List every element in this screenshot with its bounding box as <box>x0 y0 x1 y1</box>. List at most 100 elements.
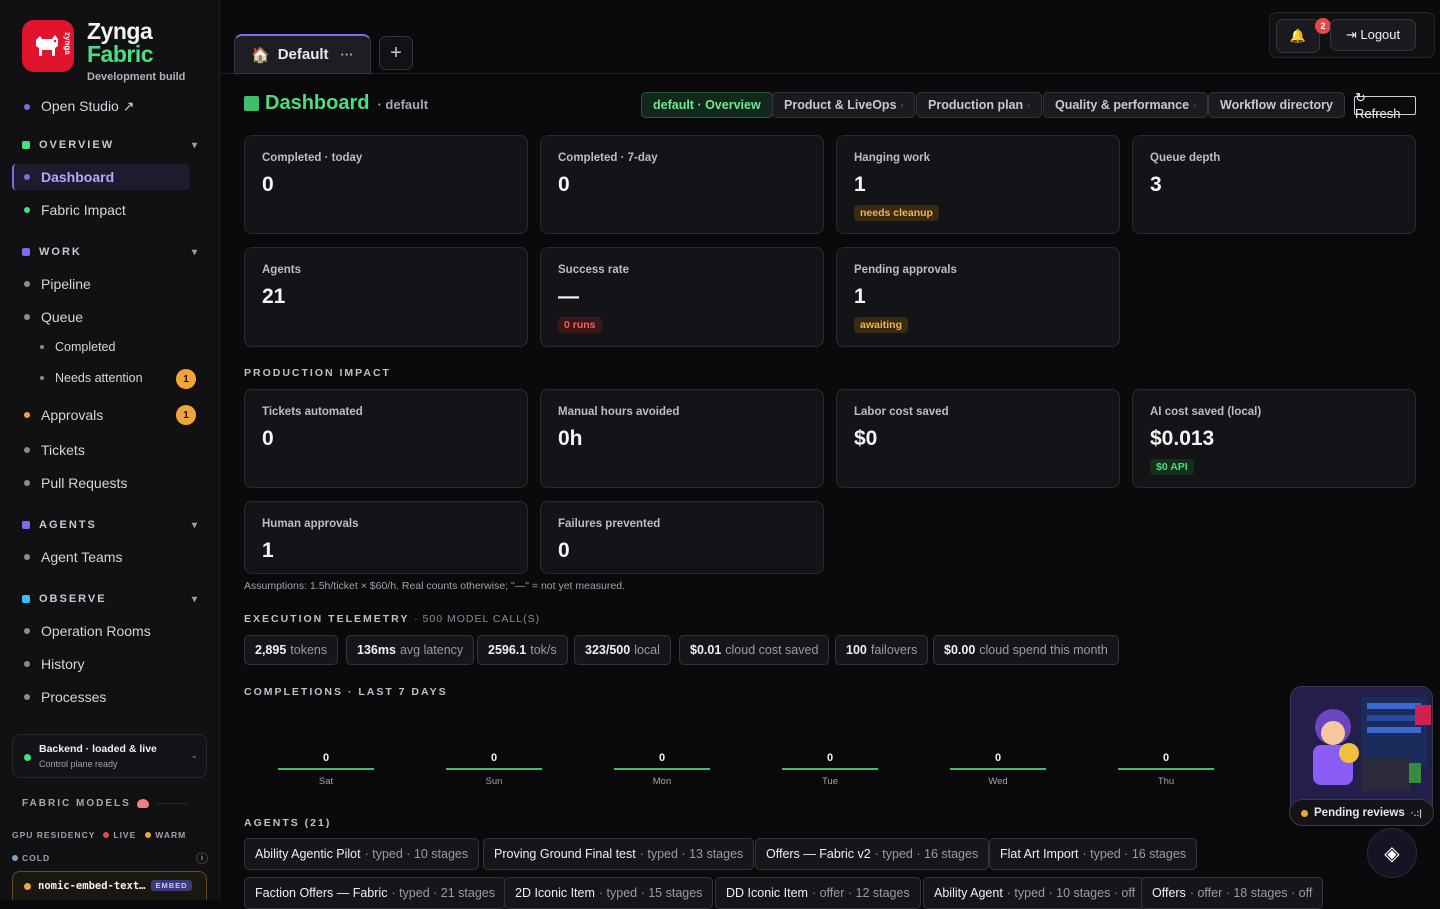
agent-chip[interactable]: Flat Art Import · typed · 16 stages <box>989 838 1198 870</box>
sidebar-item-label: History <box>41 656 85 672</box>
brand-subtitle: Development build <box>87 71 186 83</box>
gpu-residency-label: GPU RESIDENCY <box>12 830 96 840</box>
refresh-button[interactable]: ↻ Refresh <box>1354 90 1416 121</box>
impact-card: Failures prevented 0 <box>540 501 824 574</box>
sidebar-item-completed[interactable]: Completed <box>40 340 115 354</box>
agent-chip[interactable]: Faction Offers — Fabric · typed · 21 stag… <box>244 877 506 909</box>
sidebar-item-needs-attention[interactable]: Needs attention <box>40 371 143 385</box>
nav-dot <box>40 345 44 349</box>
section-marker <box>22 141 30 149</box>
day-bar <box>278 768 374 770</box>
telemetry-chip: $0.01 cloud cost saved <box>679 635 830 665</box>
status-badge: awaiting <box>854 317 909 333</box>
agent-chip[interactable]: Ability Agentic Pilot · typed · 10 stages <box>244 838 480 870</box>
agent-chip[interactable]: 2D Iconic Item · typed · 15 stages <box>504 877 714 909</box>
tab-overview[interactable]: default · Overview <box>641 92 773 118</box>
tab-workflow-directory[interactable]: Workflow directory <box>1208 92 1345 118</box>
sidebar-item-pipeline[interactable]: Pipeline <box>24 276 91 292</box>
section-agents[interactable]: AGENTS ▾ <box>22 519 197 531</box>
agent-name: 2D Iconic Item <box>515 886 595 900</box>
status-badge: needs cleanup <box>854 205 939 221</box>
sidebar-item-approvals[interactable]: Approvals <box>24 407 103 423</box>
stat-value: 1 <box>854 173 866 196</box>
chevron-down-icon[interactable]: ⌄ <box>190 750 198 761</box>
nav-dot <box>24 694 30 700</box>
day-label: Mon <box>652 776 672 787</box>
section-observe[interactable]: OBSERVE ▾ <box>22 593 197 605</box>
status-badge: 0 runs <box>558 317 602 333</box>
sidebar-item-label: Needs attention <box>55 371 143 385</box>
stat-value: 0 <box>262 173 274 196</box>
telemetry-label: failovers <box>870 643 918 657</box>
sidebar-item-queue[interactable]: Queue <box>24 309 83 325</box>
day-bar <box>950 768 1046 770</box>
bell-icon: 🔔 <box>1289 28 1307 43</box>
info-icon[interactable]: i <box>196 852 208 864</box>
chevron-down-icon[interactable]: ▾ <box>192 140 197 151</box>
day-count: 0 <box>826 752 834 764</box>
tab-production-plan[interactable]: Production plan ◦ <box>916 92 1042 118</box>
agent-chip[interactable]: Proving Ground Final test · typed · 13 st… <box>483 838 755 870</box>
notifications-button[interactable]: 🔔 2 <box>1276 18 1331 53</box>
agent-meta: · typed · 16 stages <box>874 847 979 861</box>
sidebar-item-fabric-impact[interactable]: Fabric Impact <box>24 202 126 218</box>
logout-button[interactable]: ⇥ Logout <box>1330 19 1416 51</box>
warm-dot <box>24 883 31 890</box>
impact-value: 1 <box>262 539 274 562</box>
sidebar-item-label: Tickets <box>41 442 85 458</box>
completion-day: 0 Tue <box>782 752 878 787</box>
backend-status[interactable]: Backend · loaded & live Control plane re… <box>12 734 207 778</box>
sidebar-item-processes[interactable]: Processes <box>24 689 106 705</box>
agent-name: Offers <box>1152 886 1186 900</box>
chevron-down-icon[interactable]: ▾ <box>192 520 197 531</box>
agent-chip[interactable]: DD Iconic Item · offer · 12 stages <box>715 877 921 909</box>
tab-quality-performance[interactable]: Quality & performance ◦ <box>1043 92 1208 118</box>
impact-card: Tickets automated 0 <box>244 389 528 488</box>
day-label: Thu <box>1157 776 1175 787</box>
sidebar-item-operation-rooms[interactable]: Operation Rooms <box>24 623 151 639</box>
sidebar-item-dashboard[interactable]: Dashboard <box>24 169 114 185</box>
open-studio-link[interactable]: Open Studio ↗ <box>24 98 134 115</box>
agent-chip[interactable]: Ability Agent · typed · 10 stages · off <box>923 877 1147 909</box>
sidebar-item-pull-requests[interactable]: Pull Requests <box>24 475 127 491</box>
stat-card: Hanging work 1 needs cleanup <box>836 135 1120 234</box>
sidebar-item-label: Agent Teams <box>41 549 123 565</box>
day-count: 0 <box>658 752 666 764</box>
model-tag: EMBED <box>151 880 192 891</box>
agent-chip[interactable]: Offers · offer · 18 stages · off <box>1141 877 1324 909</box>
sidebar-item-tickets[interactable]: Tickets <box>24 442 85 458</box>
add-tab-button[interactable]: + <box>379 36 413 70</box>
model-name: nomic-embed-text… <box>38 880 146 892</box>
impact-label: Labor cost saved <box>854 406 949 418</box>
sidebar-item-label: Operation Rooms <box>41 623 151 639</box>
tab-menu-icon[interactable]: ··· <box>341 47 354 62</box>
divider <box>156 803 187 804</box>
section-work[interactable]: WORK ▾ <box>22 246 197 258</box>
day-count: 0 <box>1162 752 1170 764</box>
chevron-down-icon[interactable]: ▾ <box>192 247 197 258</box>
gpu-live-label: LIVE <box>113 830 137 840</box>
telemetry-chip: 2,895 tokens <box>244 635 339 665</box>
chevron-down-icon[interactable]: ▾ <box>192 594 197 605</box>
tab-default[interactable]: 🏠 Default ··· <box>234 34 371 74</box>
stat-label: Success rate <box>558 264 629 276</box>
logo-text: zynga <box>63 32 72 55</box>
tab-product-liveops[interactable]: Product & LiveOps ◦ <box>772 92 916 118</box>
sidebar-item-history[interactable]: History <box>24 656 85 672</box>
day-count: 0 <box>994 752 1002 764</box>
section-overview[interactable]: OVERVIEW ▾ <box>22 139 197 151</box>
agent-name: Ability Agent <box>934 886 1003 900</box>
sidebar-item-agent-teams[interactable]: Agent Teams <box>24 549 122 565</box>
day-bar <box>614 768 710 770</box>
agent-meta: · typed · 10 stages <box>364 847 469 861</box>
assistant-fab-button[interactable]: ◈ <box>1367 828 1417 878</box>
zynga-logo[interactable]: zynga <box>22 20 74 72</box>
model-entry[interactable]: nomic-embed-text… EMBED <box>12 871 207 900</box>
pending-reviews-pill[interactable]: Pending reviews ·.:| <box>1289 799 1434 826</box>
status-dot <box>1301 810 1308 817</box>
page-title: Dashboard <box>265 92 370 114</box>
stat-card: Success rate — 0 runs <box>540 247 824 347</box>
agent-chip[interactable]: Offers — Fabric v2 · typed · 16 stages <box>755 838 990 870</box>
notification-count: 2 <box>1315 18 1331 34</box>
nav-dot <box>24 412 30 418</box>
